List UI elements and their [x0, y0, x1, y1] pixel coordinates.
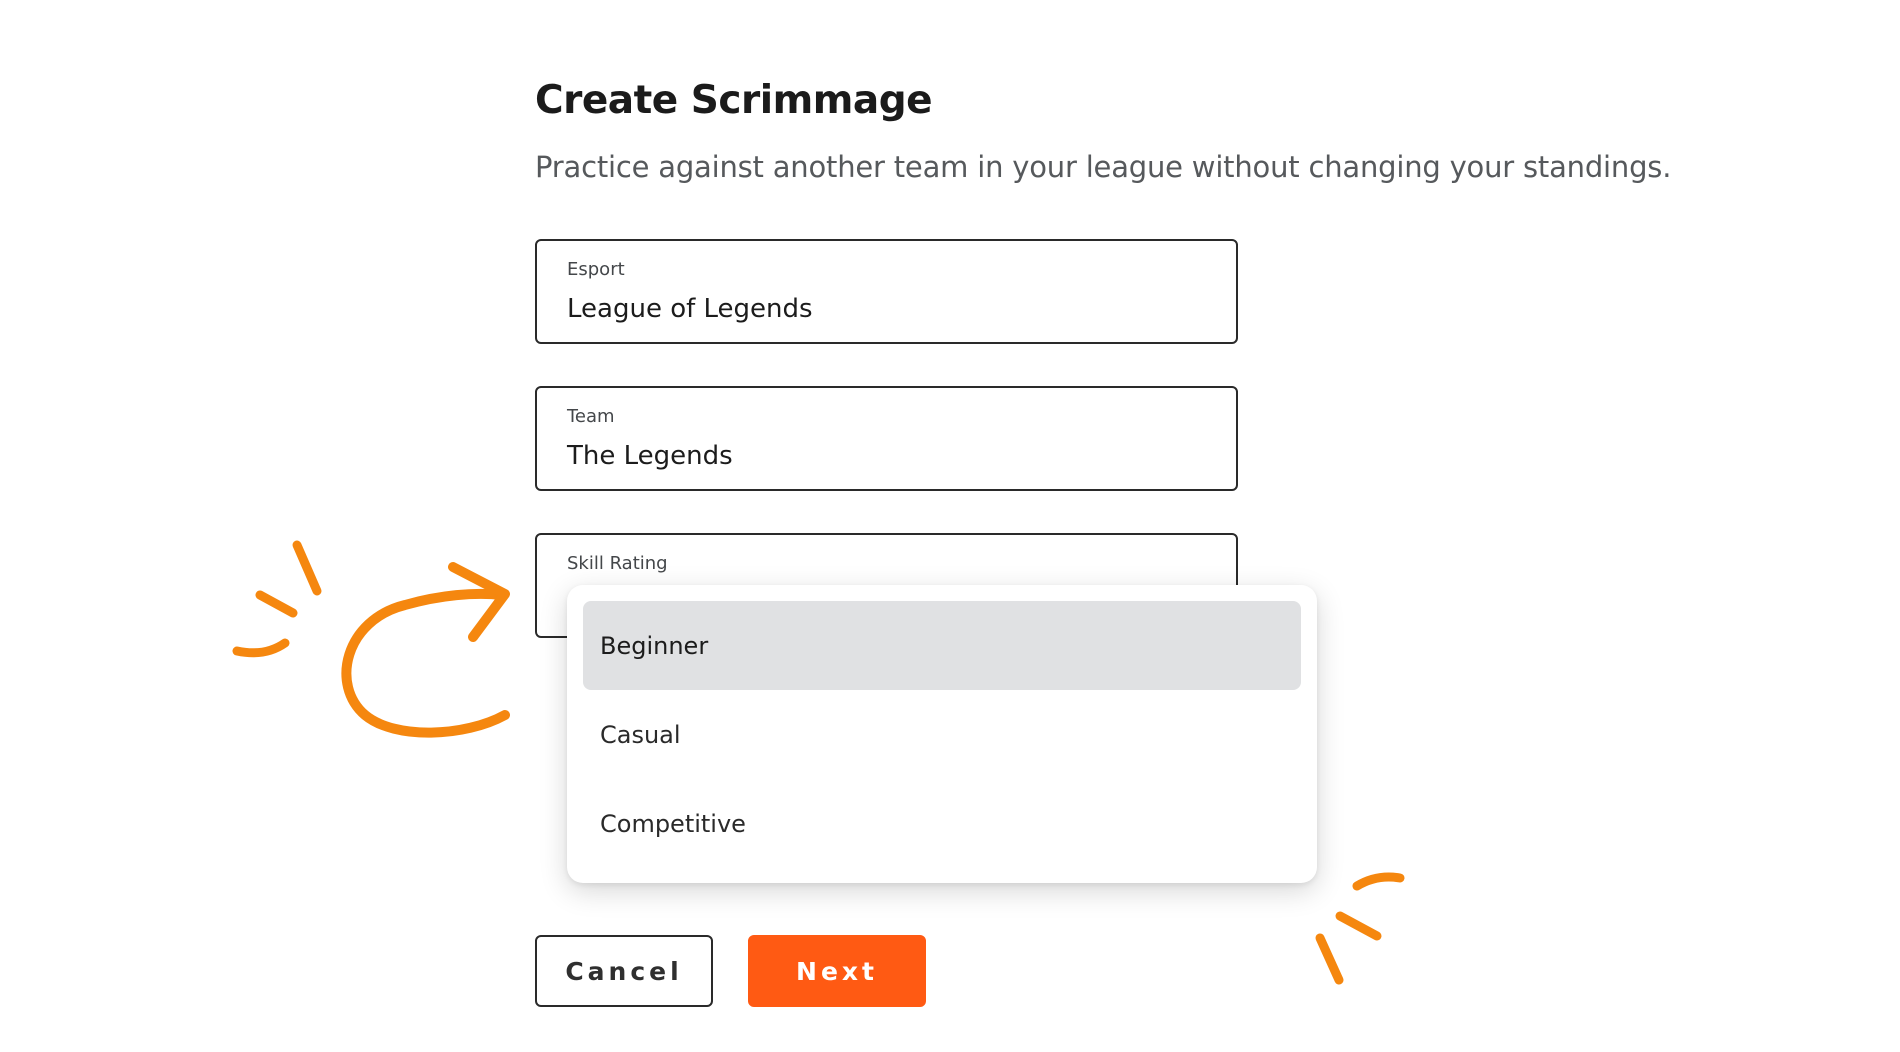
skill-rating-dropdown-menu: Beginner Casual Competitive: [567, 585, 1317, 883]
team-label: Team: [567, 406, 615, 427]
team-value: The Legends: [567, 441, 733, 471]
esport-select[interactable]: Esport League of Legends: [535, 239, 1238, 344]
page-title: Create Scrimmage: [535, 78, 933, 123]
esport-label: Esport: [567, 259, 625, 280]
page-subtitle: Practice against another team in your le…: [535, 150, 1672, 184]
option-competitive[interactable]: Competitive: [583, 779, 1301, 868]
skill-rating-label: Skill Rating: [567, 553, 668, 574]
team-select[interactable]: Team The Legends: [535, 386, 1238, 491]
next-button[interactable]: Next: [748, 935, 926, 1007]
cancel-button[interactable]: Cancel: [535, 935, 713, 1007]
option-beginner[interactable]: Beginner: [583, 601, 1301, 690]
esport-value: League of Legends: [567, 294, 813, 324]
sparkle-lines-right-icon: [1315, 872, 1405, 985]
sparkle-lines-left-icon: [232, 540, 322, 658]
curved-arrow-doodle-icon: [341, 562, 510, 738]
option-casual[interactable]: Casual: [583, 690, 1301, 779]
